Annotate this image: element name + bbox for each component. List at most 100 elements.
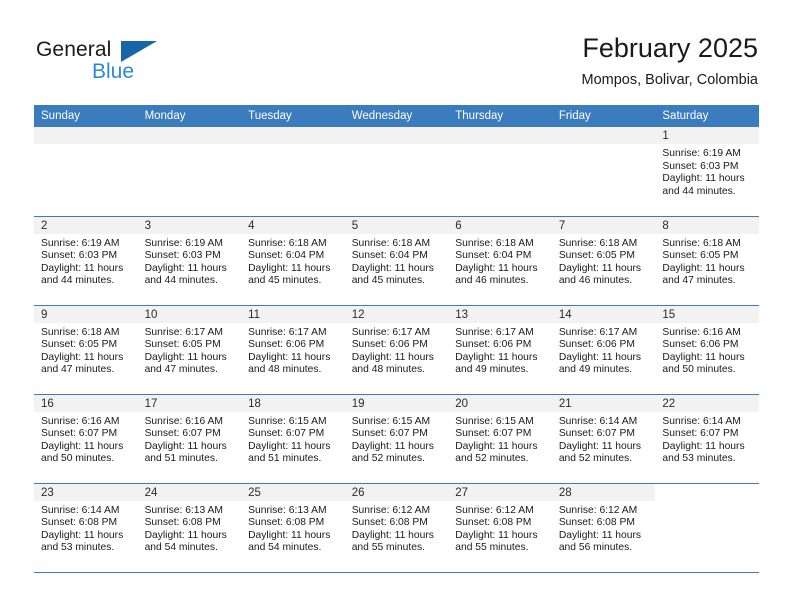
day-number: 21: [551, 394, 656, 412]
calendar-body: 1 Sunrise: 6:19 AM Sunset: 6:03 PM Daylight…: [34, 127, 759, 573]
calendar-day-cell[interactable]: 2 Sunrise: 6:19 AM Sunset: 6:03 PM Daylight…: [34, 216, 138, 306]
calendar-cell-empty: [448, 127, 552, 217]
day-number-band: [344, 127, 449, 144]
sunset-text: Sunset: 6:06 PM: [455, 339, 532, 351]
day-number: 25: [241, 483, 345, 501]
daylight-text: Daylight: 11 hours and 49 minutes.: [455, 351, 538, 376]
calendar-week-row: 1 Sunrise: 6:19 AM Sunset: 6:03 PM Daylight…: [34, 127, 759, 217]
day-number: 2: [34, 216, 138, 234]
calendar-day-cell[interactable]: 16 Sunrise: 6:16 AM Sunset: 6:07 PM Dayligh…: [34, 394, 138, 484]
calendar-day-cell[interactable]: 5 Sunrise: 6:18 AM Sunset: 6:04 PM Daylight…: [344, 216, 449, 306]
calendar-day-cell[interactable]: 3 Sunrise: 6:19 AM Sunset: 6:03 PM Daylight…: [137, 216, 242, 306]
sunrise-text: Sunrise: 6:19 AM: [41, 237, 120, 249]
sunset-text: Sunset: 6:08 PM: [144, 517, 221, 529]
calendar-day-cell[interactable]: 11 Sunrise: 6:17 AM Sunset: 6:06 PM Dayligh…: [241, 305, 345, 395]
sunrise-text: Sunrise: 6:17 AM: [455, 326, 534, 338]
sunset-text: Sunset: 6:06 PM: [248, 339, 325, 351]
daylight-text: Daylight: 11 hours and 47 minutes.: [662, 262, 745, 287]
weekday-header-saturday: Saturday: [655, 105, 759, 127]
sunrise-text: Sunrise: 6:15 AM: [248, 415, 327, 427]
day-number: 27: [448, 483, 552, 501]
calendar-day-cell[interactable]: 1 Sunrise: 6:19 AM Sunset: 6:03 PM Daylight…: [655, 127, 759, 217]
calendar-day-cell[interactable]: 13 Sunrise: 6:17 AM Sunset: 6:06 PM Dayligh…: [448, 305, 552, 395]
day-number: 16: [34, 394, 138, 412]
day-details: Sunrise: 6:14 AM Sunset: 6:07 PM Daylight:…: [655, 412, 759, 466]
weekday-header-friday: Friday: [551, 105, 656, 127]
calendar-day-cell[interactable]: 17 Sunrise: 6:16 AM Sunset: 6:07 PM Dayligh…: [137, 394, 242, 484]
day-number-band: [137, 127, 242, 144]
day-number: 14: [551, 305, 656, 323]
calendar-day-cell[interactable]: 18 Sunrise: 6:15 AM Sunset: 6:07 PM Dayligh…: [241, 394, 345, 484]
day-details: Sunrise: 6:19 AM Sunset: 6:03 PM Daylight:…: [34, 234, 138, 288]
calendar-week-row: 2 Sunrise: 6:19 AM Sunset: 6:03 PM Daylight…: [34, 216, 759, 306]
day-details: Sunrise: 6:18 AM Sunset: 6:04 PM Daylight:…: [345, 234, 449, 288]
calendar-day-cell[interactable]: 4 Sunrise: 6:18 AM Sunset: 6:04 PM Daylight…: [241, 216, 345, 306]
day-number-band: [448, 127, 552, 144]
calendar-day-cell[interactable]: 24 Sunrise: 6:13 AM Sunset: 6:08 PM Dayligh…: [137, 483, 242, 573]
weekday-header-sunday: Sunday: [34, 105, 138, 127]
general-blue-logo[interactable]: General Blue: [36, 38, 266, 90]
calendar-page: General Blue February 2025 Mompos, Boliv…: [0, 0, 792, 612]
day-number: 7: [551, 216, 656, 234]
calendar-day-cell[interactable]: 12 Sunrise: 6:17 AM Sunset: 6:06 PM Dayligh…: [344, 305, 449, 395]
sunrise-text: Sunrise: 6:14 AM: [558, 415, 638, 427]
sunset-text: Sunset: 6:05 PM: [41, 339, 118, 351]
calendar-day-cell[interactable]: 20 Sunrise: 6:15 AM Sunset: 6:07 PM Dayligh…: [448, 394, 552, 484]
day-number: 13: [448, 305, 552, 323]
calendar-day-cell[interactable]: 25 Sunrise: 6:13 AM Sunset: 6:08 PM Dayligh…: [241, 483, 345, 573]
day-number: 8: [655, 216, 759, 234]
sunset-text: Sunset: 6:03 PM: [41, 250, 118, 262]
day-number: 4: [241, 216, 345, 234]
day-details: Sunrise: 6:18 AM Sunset: 6:04 PM Daylight:…: [241, 234, 345, 288]
calendar-day-cell[interactable]: 14 Sunrise: 6:17 AM Sunset: 6:06 PM Dayligh…: [551, 305, 656, 395]
sunset-text: Sunset: 6:07 PM: [144, 428, 221, 440]
day-details: Sunrise: 6:16 AM Sunset: 6:06 PM Daylight:…: [655, 323, 759, 377]
calendar-day-cell[interactable]: 15 Sunrise: 6:16 AM Sunset: 6:06 PM Dayligh…: [655, 305, 759, 395]
page-subtitle: Mompos, Bolivar, Colombia: [581, 72, 759, 88]
calendar-day-cell[interactable]: 23 Sunrise: 6:14 AM Sunset: 6:08 PM Dayligh…: [34, 483, 138, 573]
sunset-text: Sunset: 6:03 PM: [662, 160, 739, 172]
calendar-day-cell[interactable]: 19 Sunrise: 6:15 AM Sunset: 6:07 PM Dayligh…: [344, 394, 449, 484]
daylight-text: Daylight: 11 hours and 50 minutes.: [41, 440, 124, 465]
day-details: Sunrise: 6:17 AM Sunset: 6:06 PM Daylight:…: [448, 323, 552, 377]
sunrise-text: Sunrise: 6:15 AM: [351, 415, 431, 427]
sunrise-text: Sunrise: 6:15 AM: [455, 415, 534, 427]
sunrise-text: Sunrise: 6:16 AM: [662, 326, 741, 338]
daylight-text: Daylight: 11 hours and 44 minutes.: [662, 173, 745, 197]
calendar-day-cell[interactable]: 8 Sunrise: 6:18 AM Sunset: 6:05 PM Daylight…: [655, 216, 759, 306]
calendar-day-cell[interactable]: 28 Sunrise: 6:12 AM Sunset: 6:08 PM Dayligh…: [551, 483, 656, 573]
calendar-day-cell[interactable]: 21 Sunrise: 6:14 AM Sunset: 6:07 PM Dayligh…: [551, 394, 656, 484]
daylight-text: Daylight: 11 hours and 53 minutes.: [662, 440, 745, 465]
calendar-cell-empty: [344, 127, 449, 217]
title-block: February 2025 Mompos, Bolivar, Colombia: [582, 32, 759, 90]
day-number: 12: [344, 305, 449, 323]
daylight-text: Daylight: 11 hours and 44 minutes.: [144, 262, 227, 287]
calendar-day-cell[interactable]: 6 Sunrise: 6:18 AM Sunset: 6:04 PM Daylight…: [448, 216, 552, 306]
calendar-day-cell[interactable]: 10 Sunrise: 6:17 AM Sunset: 6:05 PM Dayligh…: [137, 305, 242, 395]
day-details: Sunrise: 6:15 AM Sunset: 6:07 PM Daylight:…: [448, 412, 552, 466]
sunset-text: Sunset: 6:04 PM: [455, 250, 532, 262]
calendar-day-cell[interactable]: 22 Sunrise: 6:14 AM Sunset: 6:07 PM Dayligh…: [655, 394, 759, 484]
daylight-text: Daylight: 11 hours and 44 minutes.: [41, 262, 124, 287]
logo-triangle-icon: [121, 41, 157, 62]
day-number: 10: [137, 305, 242, 323]
calendar-cell-empty: [34, 127, 138, 217]
day-number: 6: [448, 216, 552, 234]
weekday-header-wednesday: Wednesday: [344, 105, 449, 127]
sunset-text: Sunset: 6:08 PM: [351, 517, 428, 529]
calendar-day-cell[interactable]: 26 Sunrise: 6:12 AM Sunset: 6:08 PM Dayligh…: [344, 483, 449, 573]
day-details: Sunrise: 6:19 AM Sunset: 6:03 PM Daylight:…: [138, 234, 242, 288]
calendar-day-cell[interactable]: 7 Sunrise: 6:18 AM Sunset: 6:05 PM Daylight…: [551, 216, 656, 306]
daylight-text: Daylight: 11 hours and 53 minutes.: [41, 529, 124, 554]
day-details: Sunrise: 6:17 AM Sunset: 6:06 PM Daylight:…: [345, 323, 449, 377]
sunrise-text: Sunrise: 6:18 AM: [662, 237, 741, 249]
sunrise-text: Sunrise: 6:17 AM: [351, 326, 431, 338]
daylight-text: Daylight: 11 hours and 47 minutes.: [41, 351, 124, 376]
logo-text-general: General: [36, 38, 112, 61]
sunrise-text: Sunrise: 6:19 AM: [662, 148, 741, 159]
sunrise-text: Sunrise: 6:12 AM: [558, 504, 638, 516]
sunrise-text: Sunrise: 6:14 AM: [662, 415, 741, 427]
calendar-week-row: 9 Sunrise: 6:18 AM Sunset: 6:05 PM Daylight…: [34, 305, 759, 395]
calendar-day-cell[interactable]: 9 Sunrise: 6:18 AM Sunset: 6:05 PM Daylight…: [34, 305, 138, 395]
calendar-day-cell[interactable]: 27 Sunrise: 6:12 AM Sunset: 6:08 PM Dayligh…: [448, 483, 552, 573]
